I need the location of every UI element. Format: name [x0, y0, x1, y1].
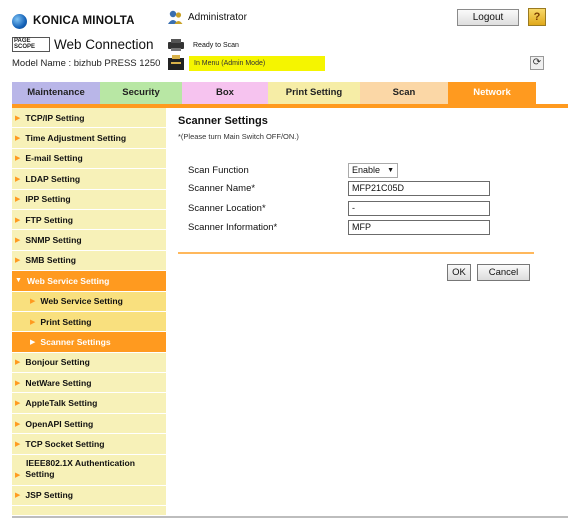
scanner-information-label: Scanner Information*	[188, 221, 278, 233]
sidebar-subitem-web-service[interactable]: ▶ Web Service Setting	[12, 291, 166, 312]
tab-maintenance[interactable]: Maintenance	[12, 82, 100, 104]
arrow-right-icon: ▶	[15, 379, 21, 387]
arrow-right-icon: ▶	[30, 298, 36, 306]
sidebar-item-bonjour[interactable]: ▶ Bonjour Setting	[12, 353, 166, 374]
sidebar-item-web-service[interactable]: ▼ Web Service Setting	[12, 271, 166, 292]
sidebar-item-jsp[interactable]: ▶ JSP Setting	[12, 486, 166, 507]
help-icon[interactable]: ?	[528, 8, 546, 26]
konica-minolta-logo-icon	[12, 13, 27, 29]
arrow-right-icon: ▶	[15, 420, 21, 428]
model-name: Model Name : bizhub PRESS 1250	[12, 58, 161, 69]
mode-status: In Menu (Admin Mode)	[167, 54, 325, 72]
status-ready-text: Ready to Scan	[193, 41, 239, 49]
sidebar-item-smb[interactable]: ▶ SMB Setting	[12, 251, 166, 272]
arrow-right-icon: ▶	[15, 492, 21, 500]
refresh-icon[interactable]: ⟳	[530, 56, 544, 70]
pagescope-logo-icon: PAGE SCOPE	[12, 36, 50, 52]
sidebar: ▶ TCP/IP Setting ▶ Time Adjustment Setting…	[12, 108, 166, 515]
sidebar-item-openapi[interactable]: ▶ OpenAPI Setting	[12, 414, 166, 435]
scanner-location-label: Scanner Location*	[188, 202, 266, 214]
user-name: Administrator	[188, 11, 247, 23]
sidebar-subitem-scanner-settings[interactable]: ▶ Scanner Settings	[12, 332, 166, 353]
device-status: Ready to Scan	[167, 38, 239, 52]
chevron-down-icon: ▼	[387, 166, 394, 174]
app-title-block: PAGE SCOPE Web Connection	[12, 35, 154, 53]
tab-security[interactable]: Security	[100, 82, 182, 104]
sidebar-item-time-adjustment[interactable]: ▶ Time Adjustment Setting	[12, 128, 166, 149]
arrow-down-icon: ▼	[15, 277, 22, 285]
arrow-right-icon: ▶	[15, 196, 21, 204]
scanner-information-input[interactable]: MFP	[348, 219, 490, 235]
arrow-right-icon: ▶	[30, 338, 36, 346]
sidebar-item-email[interactable]: ▶ E-mail Setting	[12, 149, 166, 170]
sidebar-item-tcp-socket[interactable]: ▶ TCP Socket Setting	[12, 434, 166, 455]
sidebar-item-netware[interactable]: ▶ NetWare Setting	[12, 373, 166, 394]
arrow-right-icon: ▶	[15, 114, 21, 122]
administrator-icon	[168, 10, 183, 24]
sidebar-item-ftp[interactable]: ▶ FTP Setting	[12, 210, 166, 231]
arrow-right-icon: ▶	[15, 257, 21, 265]
page-note: *(Please turn Main Switch OFF/ON.)	[178, 132, 299, 141]
arrow-right-icon: ▶	[15, 155, 21, 163]
machine-menu-icon	[168, 55, 184, 70]
tab-box[interactable]: Box	[182, 82, 268, 104]
tab-network[interactable]: Network	[448, 82, 536, 104]
tab-scan[interactable]: Scan	[360, 82, 448, 104]
arrow-right-icon: ▶	[15, 400, 21, 408]
scan-function-label: Scan Function	[188, 164, 249, 176]
status-mode-text: In Menu (Admin Mode)	[189, 55, 325, 71]
cancel-button[interactable]: Cancel	[477, 264, 530, 281]
sidebar-item-tcpip[interactable]: ▶ TCP/IP Setting	[12, 108, 166, 129]
form-divider	[178, 252, 534, 254]
main-tabs: Maintenance Security Box Print Setting S…	[12, 82, 536, 104]
printer-icon	[168, 39, 184, 51]
scanner-name-input[interactable]: MFP21C05D	[348, 180, 490, 196]
sidebar-item-snmp[interactable]: ▶ SNMP Setting	[12, 230, 166, 251]
scanner-location-row: Scanner Location* -	[188, 200, 490, 216]
sidebar-item-ldap[interactable]: ▶ LDAP Setting	[12, 169, 166, 190]
scanner-name-label: Scanner Name*	[188, 182, 256, 194]
app-title: Web Connection	[54, 36, 154, 52]
arrow-right-icon: ▶	[15, 237, 21, 245]
tab-print-setting[interactable]: Print Setting	[268, 82, 360, 104]
arrow-right-icon: ▶	[15, 472, 21, 480]
sidebar-item-ipp[interactable]: ▶ IPP Setting	[12, 190, 166, 210]
page-title: Scanner Settings	[178, 115, 268, 127]
brand-name: KONICA MINOLTA	[33, 15, 135, 27]
arrow-right-icon: ▶	[15, 440, 21, 448]
scan-function-select[interactable]: Enable ▼	[348, 162, 398, 178]
scanner-location-input[interactable]: -	[348, 200, 490, 216]
user-indicator: Administrator	[167, 9, 247, 25]
arrow-right-icon: ▶	[15, 175, 21, 183]
arrow-right-icon: ▶	[15, 216, 21, 224]
logout-button[interactable]: Logout	[457, 9, 519, 26]
brand-logo: KONICA MINOLTA	[12, 13, 135, 29]
sidebar-item-appletalk[interactable]: ▶ AppleTalk Setting	[12, 393, 166, 414]
ok-button[interactable]: OK	[447, 264, 471, 281]
sidebar-item-ieee8021x[interactable]: IEEE802.1X Authentication ▶ Setting	[12, 455, 166, 486]
scanner-information-row: Scanner Information* MFP	[188, 219, 490, 235]
scanner-name-row: Scanner Name* MFP21C05D	[188, 180, 490, 196]
arrow-right-icon: ▶	[15, 135, 21, 143]
footer-divider	[12, 516, 568, 518]
arrow-right-icon: ▶	[15, 359, 21, 367]
sidebar-subitem-print-setting[interactable]: ▶ Print Setting	[12, 311, 166, 333]
scan-function-row: Scan Function Enable ▼	[188, 162, 398, 178]
arrow-right-icon: ▶	[30, 318, 36, 326]
